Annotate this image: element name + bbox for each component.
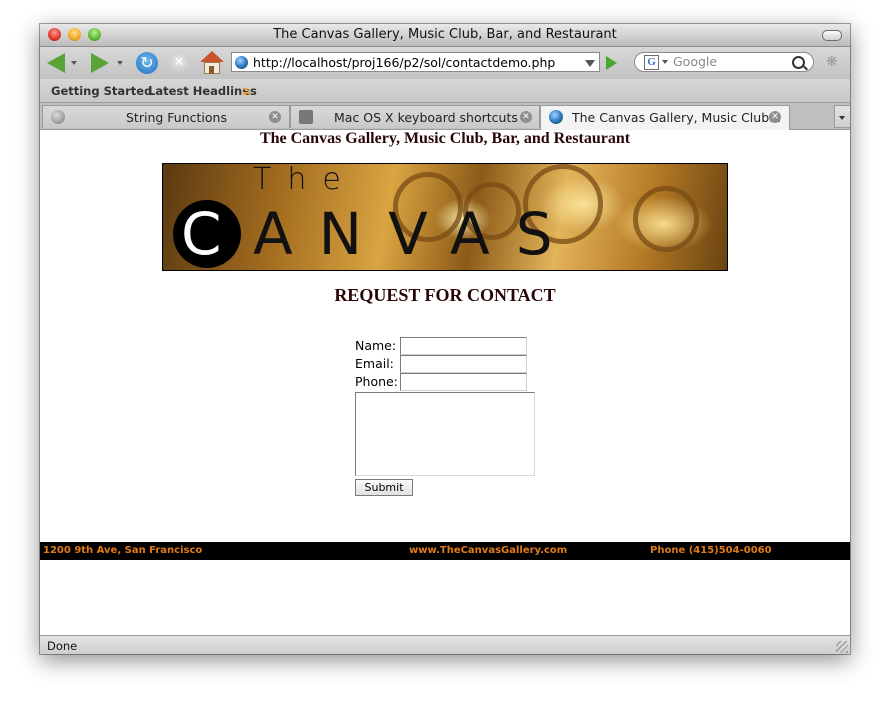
rss-feed-icon: [243, 87, 251, 95]
reload-icon[interactable]: ↻: [136, 52, 158, 74]
banner-c-letter: C: [181, 200, 222, 268]
message-textarea[interactable]: [355, 392, 535, 476]
tab-string-functions[interactable]: String Functions ✕: [42, 105, 290, 128]
tab-label: The Canvas Gallery, Music Club...: [572, 110, 782, 125]
forward-history-caret-icon[interactable]: [117, 61, 123, 65]
footer-address: 1200 9th Ave, San Francisco: [43, 545, 203, 556]
search-placeholder[interactable]: Google: [673, 53, 717, 71]
bookmark-latest-headlines[interactable]: Latest Headlines: [148, 84, 257, 98]
go-icon[interactable]: [606, 56, 617, 70]
tab-favicon-icon: [51, 110, 65, 124]
forward-button[interactable]: [88, 52, 112, 74]
page-content: The Canvas Gallery, Music Club, Bar, and…: [40, 130, 850, 635]
stop-icon[interactable]: ✕: [168, 52, 190, 74]
footer-phone: Phone (415)504-0060: [650, 545, 772, 556]
back-button[interactable]: [44, 52, 68, 74]
status-text: Done: [47, 639, 78, 653]
title-bar: The Canvas Gallery, Music Club, Bar, and…: [40, 24, 850, 47]
status-bar: Done: [40, 635, 850, 654]
home-icon[interactable]: [200, 51, 224, 75]
bookmark-getting-started[interactable]: Getting Started: [51, 84, 152, 98]
resize-grip-icon[interactable]: [836, 641, 848, 653]
url-history-dropdown-icon[interactable]: [585, 60, 595, 67]
footer-bar: 1200 9th Ave, San Francisco www.TheCanva…: [40, 542, 850, 560]
toolbar-toggle-button[interactable]: [822, 30, 842, 41]
tab-strip: String Functions ✕ Mac OS X keyboard sho…: [40, 103, 850, 130]
name-label: Name:: [355, 338, 397, 353]
site-globe-icon: [235, 56, 248, 69]
bookmarks-bar: Getting Started Latest Headlines: [40, 79, 850, 103]
request-heading: REQUEST FOR CONTACT: [334, 285, 556, 305]
tab-label: String Functions: [126, 110, 227, 125]
search-magnifier-icon[interactable]: [792, 56, 805, 69]
email-input[interactable]: [400, 355, 527, 373]
loading-spinner-icon: ❋: [826, 54, 838, 70]
email-label: Email:: [355, 356, 394, 371]
browser-window: The Canvas Gallery, Music Club, Bar, and…: [40, 24, 850, 654]
search-engine-caret-icon[interactable]: [662, 60, 668, 64]
tab-the-canvas-gallery[interactable]: The Canvas Gallery, Music Club... ✕: [540, 105, 790, 130]
tab-mac-os-x-shortcuts[interactable]: Mac OS X keyboard shortcuts ✕: [290, 105, 540, 128]
url-text[interactable]: http://localhost/proj166/p2/sol/contactd…: [253, 53, 555, 72]
the-canvas-banner-image: The C ANVAS: [162, 163, 728, 271]
tab-list-dropdown-icon[interactable]: [834, 105, 850, 128]
banner-the-text: The: [253, 163, 357, 197]
site-title: The Canvas Gallery, Music Club, Bar, and…: [259, 130, 631, 147]
navigation-toolbar: ↻ ✕ http://localhost/proj166/p2/sol/cont…: [40, 47, 850, 79]
footer-website: www.TheCanvasGallery.com: [409, 545, 568, 556]
name-input[interactable]: [400, 337, 527, 355]
search-box[interactable]: G Google: [634, 52, 814, 72]
tab-close-icon[interactable]: ✕: [520, 111, 532, 123]
tab-label: Mac OS X keyboard shortcuts: [334, 110, 518, 125]
apple-favicon-icon: [299, 110, 313, 124]
tab-globe-favicon-icon: [549, 110, 563, 124]
back-arrow-icon: [47, 53, 65, 73]
forward-arrow-icon: [91, 53, 109, 73]
window-title: The Canvas Gallery, Music Club, Bar, and…: [273, 27, 617, 42]
phone-input[interactable]: [400, 373, 527, 391]
tab-close-icon[interactable]: ✕: [769, 111, 781, 123]
back-history-caret-icon[interactable]: [71, 61, 77, 65]
banner-anvas-text: ANVAS: [253, 200, 579, 268]
tab-close-icon[interactable]: ✕: [269, 111, 281, 123]
address-bar[interactable]: http://localhost/proj166/p2/sol/contactd…: [231, 52, 600, 72]
submit-button[interactable]: Submit: [355, 479, 413, 496]
phone-label: Phone:: [355, 374, 398, 389]
google-search-engine-icon[interactable]: G: [644, 55, 659, 70]
